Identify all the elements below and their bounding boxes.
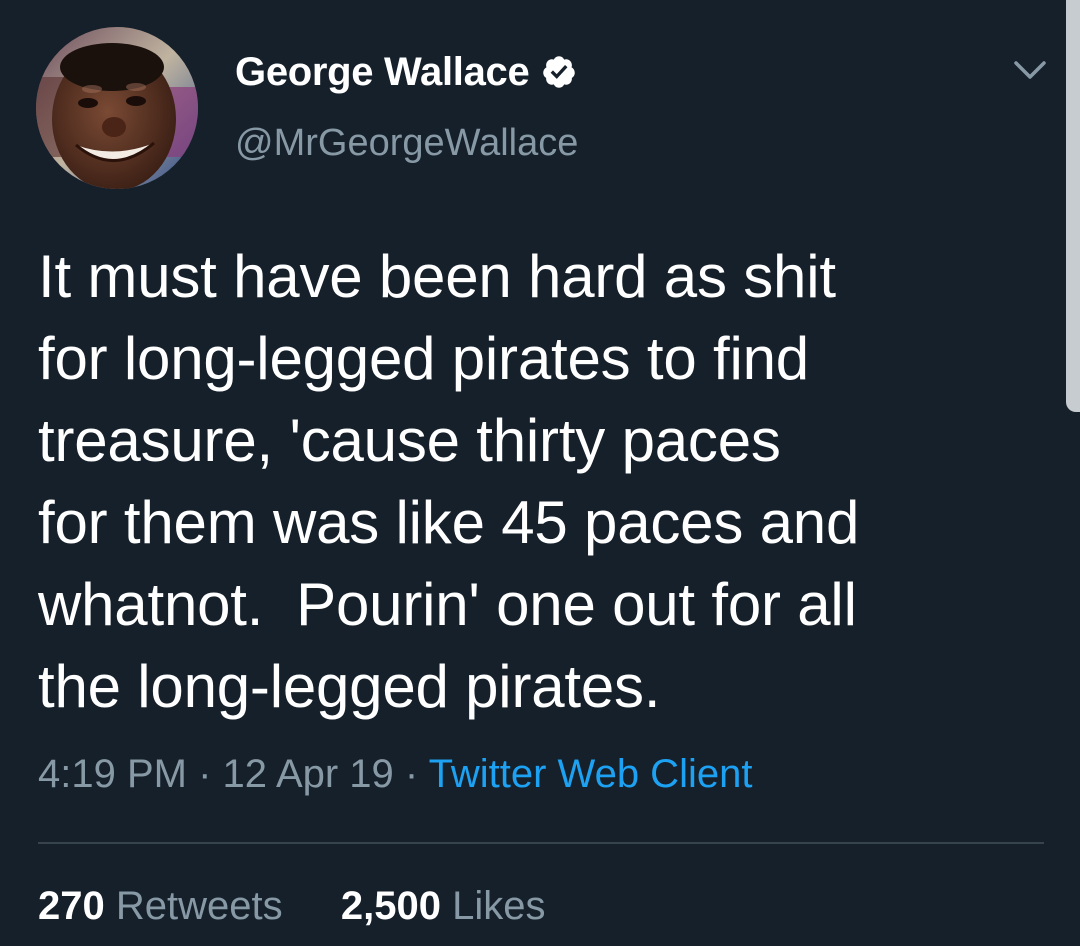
retweets-label: Retweets xyxy=(115,884,283,928)
tweet-date[interactable]: 12 Apr 19 xyxy=(223,752,394,796)
divider xyxy=(38,842,1044,844)
tweet-time[interactable]: 4:19 PM xyxy=(38,752,187,796)
retweets-count: 270 xyxy=(38,884,105,928)
tweet-stats: 270 Retweets 2,500 Likes xyxy=(38,884,546,929)
likes-label: Likes xyxy=(452,884,546,928)
likes-count: 2,500 xyxy=(340,884,441,928)
chevron-down-icon[interactable] xyxy=(1010,55,1050,85)
author-name-row[interactable]: George Wallace xyxy=(235,48,577,96)
tweet-metadata: 4:19 PM · 12 Apr 19 · Twitter Web Client xyxy=(38,752,752,797)
avatar[interactable] xyxy=(36,27,198,189)
author-display-name[interactable]: George Wallace xyxy=(235,50,530,95)
tweet-detail: George Wallace @MrGeorgeWallace It must … xyxy=(0,0,1080,946)
scrollbar[interactable] xyxy=(1066,0,1080,412)
author-handle[interactable]: @MrGeorgeWallace xyxy=(235,122,578,165)
meta-separator: · xyxy=(404,752,419,796)
likes-stat[interactable]: 2,500 Likes xyxy=(341,884,546,928)
meta-separator: · xyxy=(198,752,212,796)
tweet-text: It must have been hard as shit for long-… xyxy=(38,243,860,720)
tweet-client-link[interactable]: Twitter Web Client xyxy=(429,752,753,796)
retweets-stat[interactable]: 270 Retweets xyxy=(38,884,294,928)
avatar-image xyxy=(36,27,198,189)
verified-badge-icon xyxy=(541,54,577,90)
